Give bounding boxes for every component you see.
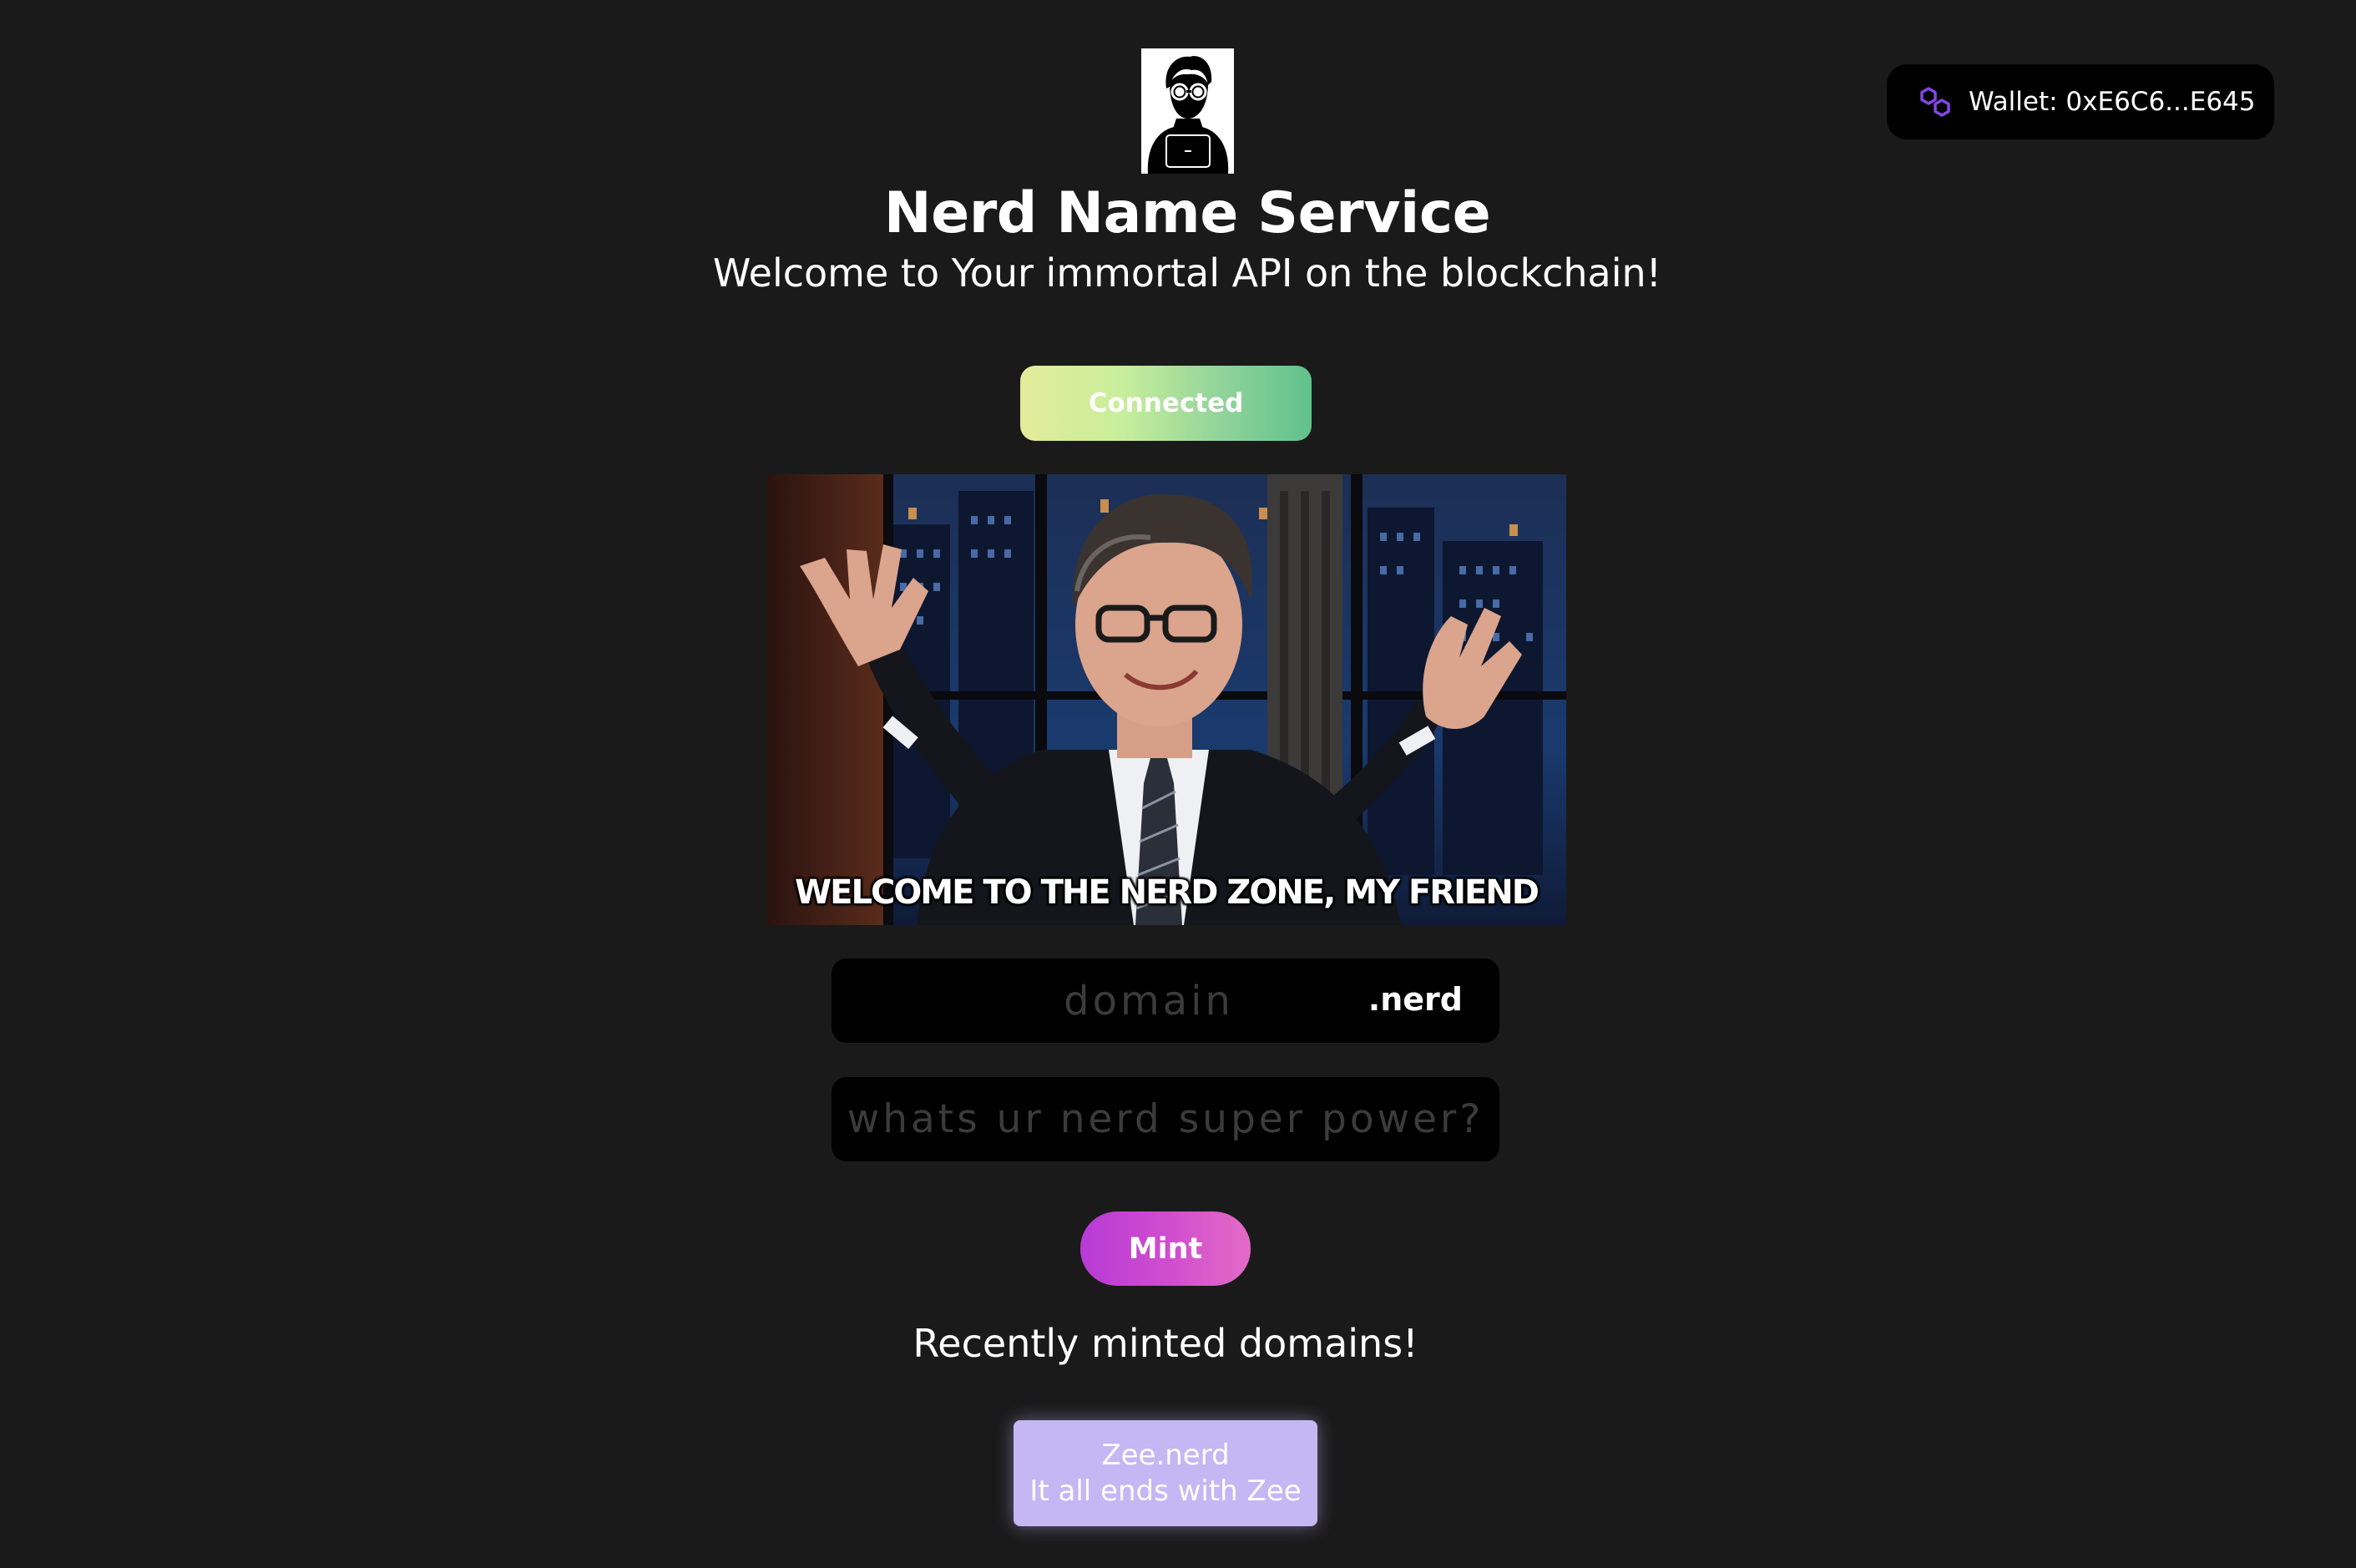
polygon-icon (1917, 83, 1954, 120)
minted-domain-record: It all ends with Zee (1029, 1474, 1302, 1508)
tld-label: .nerd (1368, 980, 1463, 1018)
super-power-input[interactable] (832, 1077, 1499, 1161)
super-power-field (832, 1077, 1499, 1161)
minted-domain-name: Zee.nerd (1101, 1438, 1230, 1472)
page-subtitle: Welcome to Your immortal API on the bloc… (712, 250, 1662, 296)
wallet-badge[interactable]: Wallet: 0xE6C6...E645 (1887, 64, 2274, 139)
minted-domain-card[interactable]: Zee.nerd It all ends with Zee (1014, 1420, 1317, 1526)
wallet-address: Wallet: 0xE6C6...E645 (1969, 87, 2256, 117)
app-root: Wallet: 0xE6C6...E645 Nerd Name Service … (0, 0, 2356, 1568)
domain-field: .nerd (832, 959, 1499, 1043)
page-title: Nerd Name Service (883, 180, 1491, 246)
recent-domains-heading: Recently minted domains! (913, 1321, 1418, 1366)
gif-caption: WELCOME TO THE NERD ZONE, MY FRIEND (795, 873, 1539, 912)
gif-scene (766, 474, 1566, 925)
welcome-gif: WELCOME TO THE NERD ZONE, MY FRIEND (766, 474, 1566, 925)
connected-button[interactable]: Connected (1020, 366, 1312, 441)
nerd-avatar-icon (1141, 48, 1234, 174)
mint-button[interactable]: Mint (1080, 1211, 1251, 1286)
